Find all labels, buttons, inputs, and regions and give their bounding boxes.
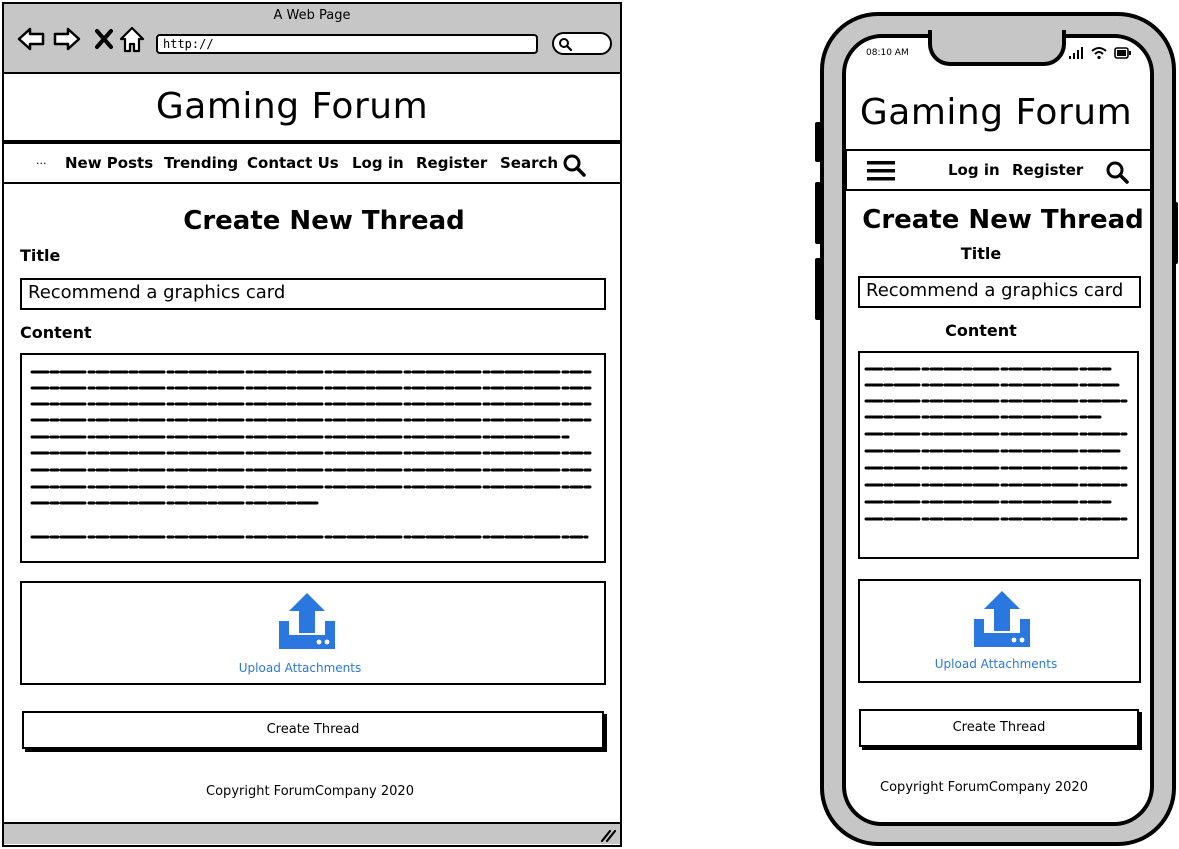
phone-nav-register[interactable]: Register (1012, 161, 1083, 179)
home-icon[interactable] (117, 24, 147, 54)
phone-site-title[interactable]: Gaming Forum (846, 92, 1146, 133)
nav-item-register[interactable]: Register (416, 154, 487, 172)
status-time: 08:10 AM (866, 48, 909, 58)
search-icon[interactable] (562, 153, 586, 177)
content-label: Content (20, 323, 92, 342)
phone-content-textarea[interactable] (858, 351, 1139, 559)
browser-window: A Web Page http:// Gaming Forum ... New … (2, 2, 622, 847)
upload-icon (279, 593, 335, 649)
footer-copyright: Copyright ForumCompany 2020 (206, 784, 414, 799)
close-icon[interactable] (90, 24, 120, 54)
nav-item-search[interactable]: Search (500, 154, 558, 172)
main-nav: ... New Posts Trending Contact Us Log in… (2, 142, 622, 184)
window-title: A Web Page (273, 8, 351, 23)
search-icon[interactable] (1105, 160, 1129, 184)
nav-item-log-in[interactable]: Log in (352, 154, 404, 172)
nav-item-contact-us[interactable]: Contact Us (247, 154, 339, 172)
content-scribble-text (30, 370, 592, 539)
battery-icon (1114, 47, 1131, 59)
upload-icon (974, 591, 1030, 647)
browser-titlebar: A Web Page http:// (4, 4, 620, 74)
signal-icon (1069, 47, 1083, 59)
phone-nav: Log in Register (845, 149, 1152, 191)
phone-title-label: Title (960, 244, 1002, 263)
phone-content-scribble-text (864, 367, 1128, 521)
browser-search-field[interactable] (552, 32, 612, 55)
content-textarea[interactable] (20, 353, 606, 563)
nav-item-trending[interactable]: Trending (164, 154, 238, 172)
phone-page-title: Create New Thread (862, 205, 1144, 235)
phone-content-label: Content (945, 321, 1017, 340)
phone-notch (928, 30, 1066, 66)
nav-more[interactable]: ... (36, 154, 47, 167)
upload-label[interactable]: Upload Attachments (12, 661, 588, 675)
hamburger-icon[interactable] (866, 159, 896, 183)
phone-create-thread-button[interactable]: Create Thread (859, 709, 1139, 747)
search-icon (559, 38, 572, 51)
address-bar[interactable]: http:// (156, 34, 538, 54)
page-title: Create New Thread (183, 206, 465, 236)
site-title[interactable]: Gaming Forum (4, 86, 580, 127)
upload-attachments[interactable]: Upload Attachments (20, 581, 606, 685)
phone-nav-log-in[interactable]: Log in (948, 161, 1000, 179)
title-label: Title (20, 246, 61, 265)
resize-grip-icon[interactable] (600, 828, 616, 842)
phone-upload-label[interactable]: Upload Attachments (860, 657, 1132, 671)
nav-item-new-posts[interactable]: New Posts (65, 154, 153, 172)
create-thread-button[interactable]: Create Thread (22, 711, 604, 749)
phone-upload-attachments[interactable]: Upload Attachments (858, 579, 1141, 683)
browser-statusbar (4, 822, 620, 844)
site-header: Gaming Forum (4, 74, 620, 142)
back-icon[interactable] (16, 24, 46, 54)
title-input[interactable]: Recommend a graphics card (20, 278, 606, 310)
wifi-icon (1091, 47, 1107, 60)
forward-icon[interactable] (52, 24, 82, 54)
phone-title-input[interactable]: Recommend a graphics card (858, 276, 1141, 308)
phone-footer-copyright: Copyright ForumCompany 2020 (880, 780, 1088, 795)
